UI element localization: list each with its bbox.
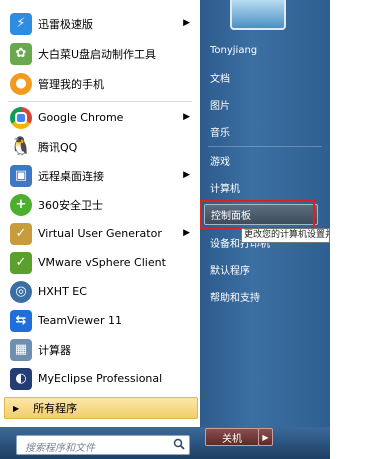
program-label: HXHT EC (38, 285, 87, 298)
program-label: 远程桌面连接 (38, 169, 104, 183)
vmware-icon: ✓ (10, 251, 32, 274)
all-programs-button[interactable]: ▶ 所有程序 (4, 397, 198, 419)
submenu-arrow-icon: ▶ (183, 228, 190, 238)
program-label: VMware vSphere Client (38, 256, 166, 269)
link-label: 图片 (210, 100, 230, 112)
cabbage-icon: ✿ (10, 42, 32, 65)
program-vugen[interactable]: ✓ Virtual User Generator ▶ (4, 220, 196, 247)
link-music[interactable]: 音乐 (204, 119, 318, 143)
search-bar: 搜索程序和文件 (0, 427, 330, 459)
program-cabbage[interactable]: ✿ 大白菜U盘启动制作工具 (4, 40, 196, 67)
calculator-icon: ▦ (10, 338, 32, 361)
program-label: MyEclipse Professional (38, 372, 163, 385)
chevron-right-icon: ▶ (262, 432, 269, 442)
search-placeholder: 搜索程序和文件 (25, 443, 95, 454)
program-label: Google Chrome (38, 111, 124, 124)
program-label: 计算器 (38, 343, 71, 357)
program-phone-manager[interactable]: ● 管理我的手机 (4, 70, 196, 97)
submenu-arrow-icon: ▶ (183, 170, 190, 180)
link-label: 帮助和支持 (210, 292, 260, 304)
shutdown-label: 关机 (222, 433, 242, 445)
program-360[interactable]: + 360安全卫士 (4, 191, 196, 218)
program-thunder[interactable]: ⚡ 迅雷极速版 ▶ (4, 10, 196, 37)
program-teamviewer[interactable]: ⇆ TeamViewer 11 (4, 307, 196, 334)
programs-pane: ⚡ 迅雷极速版 ▶ ✿ 大白菜U盘启动制作工具 ● 管理我的手机 Google … (0, 0, 201, 427)
hxht-icon: ◎ (10, 280, 32, 303)
vugen-icon: ✓ (10, 222, 32, 245)
program-qq[interactable]: 🐧 腾讯QQ (4, 133, 196, 160)
tooltip: 更改您的计算机设置并自定义其 (241, 228, 330, 243)
link-label: 文档 (210, 73, 230, 85)
separator (208, 146, 322, 147)
link-label: 计算机 (210, 183, 240, 195)
all-programs-label: 所有程序 (33, 402, 78, 415)
triangle-right-icon: ▶ (13, 403, 20, 413)
program-label: Virtual User Generator (38, 227, 162, 240)
program-label: 大白菜U盘启动制作工具 (38, 47, 157, 61)
program-chrome[interactable]: Google Chrome ▶ (4, 104, 196, 131)
program-vmware[interactable]: ✓ VMware vSphere Client (4, 249, 196, 276)
program-label: 迅雷极速版 (38, 17, 93, 31)
link-games[interactable]: 游戏 (204, 148, 318, 172)
search-input[interactable]: 搜索程序和文件 (16, 435, 190, 455)
link-pictures[interactable]: 图片 (204, 92, 318, 116)
program-label: 管理我的手机 (38, 77, 104, 91)
highlight-box (200, 200, 315, 229)
submenu-arrow-icon: ▶ (183, 18, 190, 28)
program-remote-desktop[interactable]: ▣ 远程桌面连接 ▶ (4, 162, 196, 189)
chrome-icon (10, 106, 32, 129)
link-label: 游戏 (210, 156, 230, 168)
thunder-icon: ⚡ (10, 12, 32, 35)
link-label: 音乐 (210, 127, 230, 139)
program-label: TeamViewer 11 (38, 314, 122, 327)
program-label: 360安全卫士 (38, 198, 103, 212)
program-hxht[interactable]: ◎ HXHT EC (4, 278, 196, 305)
separator (8, 101, 192, 102)
link-computer[interactable]: 计算机 (204, 175, 318, 199)
teamviewer-icon: ⇆ (10, 309, 32, 332)
link-label: 默认程序 (210, 265, 250, 277)
remote-desktop-icon: ▣ (10, 164, 32, 187)
program-myeclipse[interactable]: ◐ MyEclipse Professional (4, 365, 196, 392)
shutdown-button[interactable]: 关机 (205, 428, 259, 446)
qq-penguin-icon: 🐧 (9, 135, 33, 158)
link-label: Tonyjiang (210, 44, 258, 56)
search-icon[interactable] (173, 438, 185, 450)
link-help-support[interactable]: 帮助和支持 (204, 284, 318, 308)
myeclipse-icon: ◐ (10, 367, 32, 390)
link-default-programs[interactable]: 默认程序 (204, 257, 318, 281)
start-menu: ⚡ 迅雷极速版 ▶ ✿ 大白菜U盘启动制作工具 ● 管理我的手机 Google … (0, 0, 330, 459)
program-label: 腾讯QQ (38, 140, 78, 154)
360-icon: + (10, 193, 32, 216)
link-user-folder[interactable]: Tonyjiang (204, 38, 318, 62)
link-documents[interactable]: 文档 (204, 65, 318, 89)
shutdown-options-button[interactable]: ▶ (258, 428, 273, 446)
phone-manager-icon: ● (10, 72, 32, 95)
user-picture[interactable] (230, 0, 286, 30)
submenu-arrow-icon: ▶ (183, 112, 190, 122)
background (330, 0, 370, 459)
program-calculator[interactable]: ▦ 计算器 (4, 336, 196, 363)
